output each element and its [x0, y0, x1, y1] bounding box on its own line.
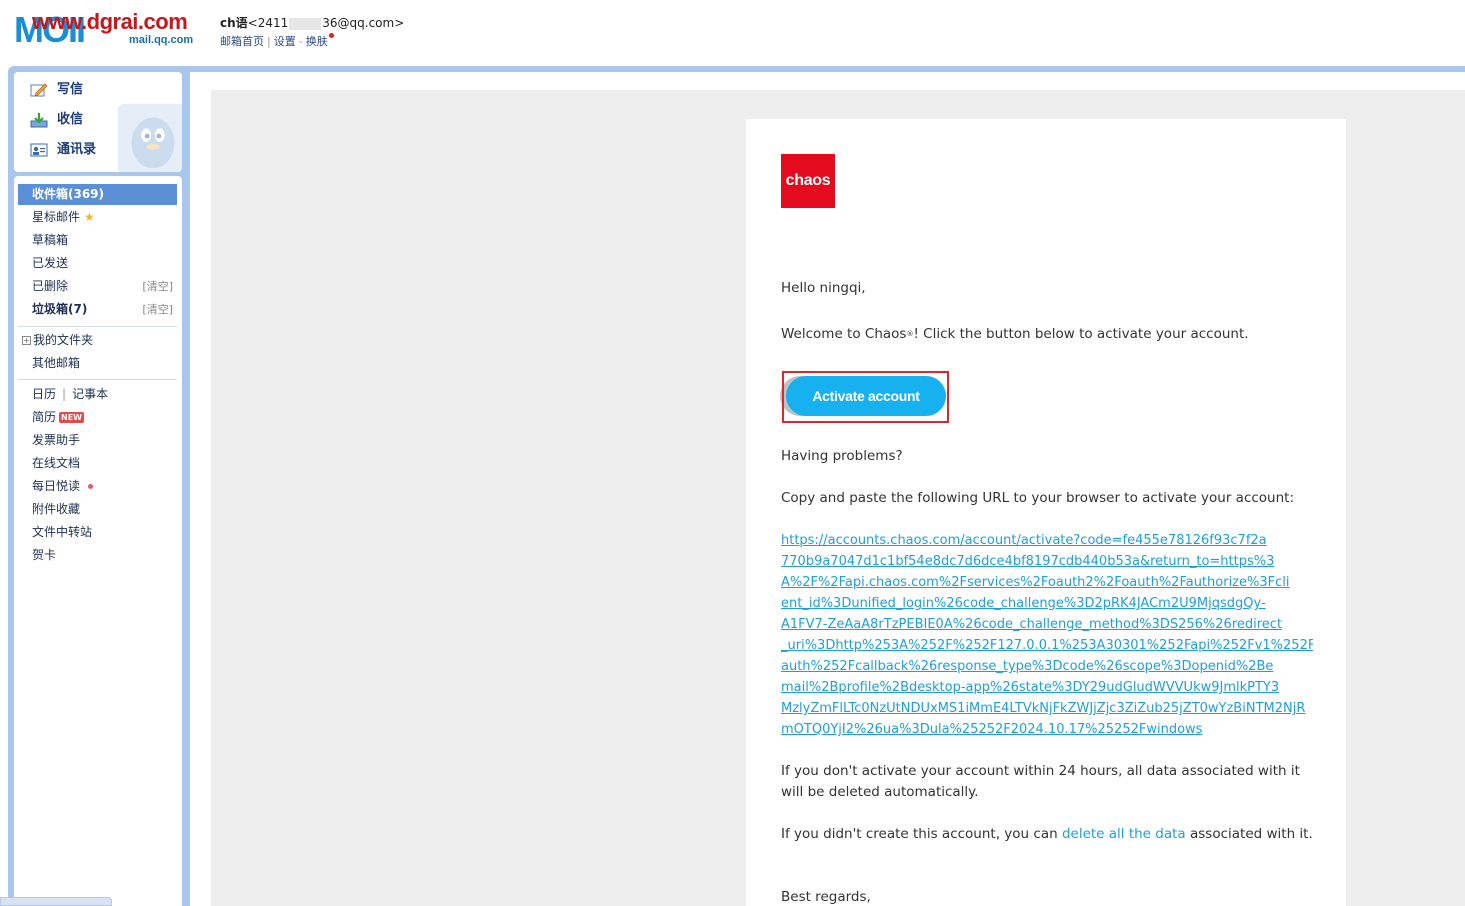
greeting-cards-label: 贺卡 — [32, 548, 57, 562]
url-line: _uri%3Dhttp%253A%252F%252F127.0.0.1%253A… — [781, 638, 1313, 653]
contacts-label: 通讯录 — [57, 142, 97, 157]
calendar-row: 日历 | 记事本 — [18, 384, 177, 405]
folder-deleted-label: 已删除 — [32, 279, 69, 293]
welcome-post: ! Click the button below to activate you… — [913, 326, 1249, 342]
delete-all-data-link[interactable]: delete all the data — [1062, 826, 1186, 842]
receive-label: 收信 — [57, 112, 84, 127]
separator: | — [267, 35, 271, 48]
download-icon — [30, 112, 48, 127]
receive-button[interactable]: 收信 — [30, 108, 83, 132]
sign-off-text: Best regards, — [781, 889, 871, 905]
folder-panel: 收件箱(369) 星标邮件 ★ 草稿箱 已发送 已删除 [清空] 垃圾箱(7) [清空… — [14, 176, 182, 906]
divider — [18, 326, 177, 327]
url-line: ent_id%3Dunified_login%26code_challenge%… — [781, 596, 1266, 611]
qq-mail-logo[interactable]: MOII www.dgrai.com mail.qq.com — [14, 10, 204, 54]
url-line: 770b9a7047d1c1bf54e8dc7d6dce4bf8197cdb44… — [781, 554, 1275, 569]
folder-starred-label: 星标邮件 — [32, 210, 81, 224]
app-file-transfer[interactable]: 文件中转站 — [18, 522, 177, 543]
url-line: MzlyZmFlLTc0NzUtNDUxMS1iMmE4LTVkNjFkZWJj… — [781, 701, 1306, 716]
settings-link[interactable]: 设置 — [274, 35, 296, 48]
separator: - — [298, 35, 303, 48]
pencil-icon — [30, 83, 48, 97]
delete-notice-pre: If you didn't create this account, you c… — [781, 826, 1062, 842]
activation-url-link[interactable]: https://accounts.chaos.com/account/activ… — [781, 530, 1313, 740]
url-line: auth%252Fcallback%26response_type%3Dcode… — [781, 659, 1274, 674]
quick-actions-panel: 写信 收信 通讯录 — [14, 72, 182, 172]
logo-subtitle: mail.qq.com — [129, 34, 194, 46]
new-badge: NEW — [59, 412, 84, 423]
unread-dot — [88, 484, 94, 489]
star-icon: ★ — [84, 210, 95, 224]
app-daily-reading[interactable]: 每日悦读 — [18, 476, 177, 497]
folder-sent[interactable]: 已发送 — [18, 253, 177, 274]
app-online-docs[interactable]: 在线文档 — [18, 453, 177, 474]
online-docs-label: 在线文档 — [32, 456, 81, 470]
clear-deleted-button[interactable]: [清空] — [142, 276, 173, 297]
status-bar-tab — [0, 897, 112, 906]
app-attachment-favorites[interactable]: 附件收藏 — [18, 499, 177, 520]
folder-drafts-label: 草稿箱 — [32, 233, 69, 247]
skin-link[interactable]: 换肤 — [306, 35, 328, 48]
url-line: mail%2Bprofile%2Bdesktop-app%26state%3DY… — [781, 680, 1280, 695]
divider — [18, 379, 177, 380]
greeting-text: Hello ningqi, — [781, 280, 866, 296]
separator: | — [62, 387, 67, 401]
redacted-mask — [289, 17, 322, 30]
mailbox-home-link[interactable]: 邮箱首页 — [220, 35, 264, 48]
folder-drafts[interactable]: 草稿箱 — [18, 230, 177, 251]
chaos-logo: chaos — [781, 154, 835, 208]
notification-dot — [328, 33, 334, 38]
watermark: www.dgrai.com — [32, 9, 188, 34]
penguin-watermark-icon — [117, 103, 182, 172]
calendar-link[interactable]: 日历 — [32, 387, 56, 401]
url-line: mOTQ0YjI2%26ua%3Dula%25252F2024.10.17%25… — [781, 722, 1203, 737]
user-links: 邮箱首页 | 设置 - 换肤 — [220, 33, 334, 49]
user-name: ch语 — [220, 16, 248, 30]
contacts-icon — [30, 143, 48, 156]
email-prefix: <2411 — [247, 16, 289, 30]
having-problems-text: Having problems? — [781, 448, 903, 464]
app-greeting-cards[interactable]: 贺卡 — [18, 545, 177, 566]
folder-spam-label: 垃圾箱(7) — [32, 302, 88, 316]
clear-spam-button[interactable]: [清空] — [142, 299, 173, 320]
contacts-button[interactable]: 通讯录 — [30, 138, 96, 162]
email-suffix: 36@qq.com> — [322, 16, 405, 30]
welcome-text: Welcome to Chaos®! Click the button belo… — [781, 324, 1321, 345]
daily-reading-label: 每日悦读 — [32, 479, 81, 493]
expiry-notice: If you don't activate your account withi… — [781, 763, 1300, 800]
compose-button[interactable]: 写信 — [30, 78, 83, 102]
notebook-link[interactable]: 记事本 — [72, 387, 108, 401]
app-invoice-helper[interactable]: 发票助手 — [18, 430, 177, 451]
compose-label: 写信 — [57, 82, 84, 97]
welcome-pre: Welcome to Chaos — [781, 326, 907, 342]
invoice-helper-label: 发票助手 — [32, 433, 81, 447]
file-transfer-label: 文件中转站 — [32, 525, 93, 539]
app-resume[interactable]: 简历 NEW — [18, 407, 177, 428]
folder-starred[interactable]: 星标邮件 ★ — [18, 207, 177, 228]
highlight-box — [782, 371, 949, 423]
folder-my-folders[interactable]: + 我的文件夹 — [18, 330, 177, 351]
header: MOII www.dgrai.com mail.qq.com ch语<2411 3… — [0, 0, 1465, 66]
folder-other-mailboxes[interactable]: 其他邮箱 — [18, 353, 177, 374]
copy-paste-instruction: Copy and paste the following URL to your… — [781, 490, 1294, 506]
url-line: https://accounts.chaos.com/account/activ… — [781, 533, 1267, 548]
delete-notice-post: associated with it. — [1185, 826, 1313, 842]
delete-data-notice: If you didn't create this account, you c… — [781, 824, 1321, 845]
folder-sent-label: 已发送 — [32, 256, 69, 270]
attachment-favorites-label: 附件收藏 — [32, 502, 81, 516]
folder-inbox[interactable]: 收件箱(369) — [18, 184, 177, 205]
folder-inbox-label: 收件箱(369) — [32, 187, 105, 201]
expand-plus-icon[interactable]: + — [22, 336, 31, 345]
resume-label: 简历 — [32, 410, 57, 424]
my-folders-label: 我的文件夹 — [33, 333, 94, 347]
folder-deleted[interactable]: 已删除 [清空] — [18, 276, 177, 297]
other-mailboxes-label: 其他邮箱 — [32, 356, 81, 370]
folder-spam[interactable]: 垃圾箱(7) [清空] — [18, 299, 177, 320]
url-line: A%2F%2Fapi.chaos.com%2Fservices%2Foauth2… — [781, 575, 1290, 590]
user-account-line: ch语<2411 36@qq.com> — [220, 14, 404, 31]
url-line: A1FV7-ZeAaA8rTzPEBIE0A%26code_challenge_… — [781, 617, 1283, 632]
